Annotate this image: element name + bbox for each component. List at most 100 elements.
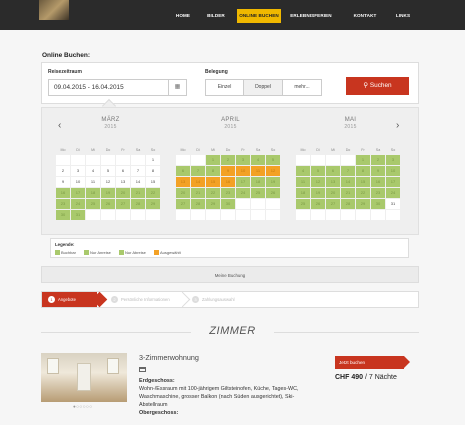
calendar-day[interactable]: 18 bbox=[251, 177, 265, 187]
calendar-day[interactable]: 4 bbox=[251, 155, 265, 165]
calendar-day[interactable]: 9 bbox=[221, 166, 235, 176]
calendar-day[interactable]: 24 bbox=[386, 188, 400, 198]
calendar-day[interactable]: 12 bbox=[101, 177, 115, 187]
my-booking-bar[interactable]: Meine Buchung bbox=[41, 266, 419, 283]
calendar-day[interactable]: 9 bbox=[371, 166, 385, 176]
date-range-input[interactable]: 09.04.2015 - 16.04.2015 bbox=[48, 79, 187, 96]
calendar-day[interactable]: 27 bbox=[326, 199, 340, 209]
occupancy-option-single[interactable]: Einzel bbox=[205, 79, 244, 96]
calendar-day[interactable]: 11 bbox=[251, 166, 265, 176]
occupancy-option-more[interactable]: mehr... bbox=[282, 79, 322, 96]
calendar-day[interactable]: 5 bbox=[311, 166, 325, 176]
calendar-day[interactable]: 19 bbox=[101, 188, 115, 198]
calendar-day[interactable]: 21 bbox=[341, 188, 355, 198]
calendar-day[interactable]: 6 bbox=[326, 166, 340, 176]
calendar-day[interactable]: 4 bbox=[86, 166, 100, 176]
calendar-day[interactable]: 14 bbox=[131, 177, 145, 187]
calendar-day[interactable]: 23 bbox=[221, 188, 235, 198]
calendar-day[interactable]: 20 bbox=[176, 188, 190, 198]
calendar-day[interactable]: 21 bbox=[131, 188, 145, 198]
calendar-day[interactable]: 15 bbox=[356, 177, 370, 187]
calendar-day[interactable]: 14 bbox=[341, 177, 355, 187]
calendar-day[interactable]: 1 bbox=[146, 155, 160, 165]
book-now-button[interactable]: Jetzt buchen bbox=[335, 356, 410, 369]
nav-item-home[interactable]: HOME bbox=[171, 9, 195, 23]
nav-item-online-buchen[interactable]: ONLINE BUCHEN bbox=[237, 9, 281, 23]
calendar-day[interactable]: 6 bbox=[116, 166, 130, 176]
calendar-day[interactable]: 31 bbox=[386, 199, 400, 209]
calendar-day[interactable]: 29 bbox=[206, 199, 220, 209]
calendar-day[interactable]: 28 bbox=[341, 199, 355, 209]
calendar-day[interactable]: 25 bbox=[86, 199, 100, 209]
calendar-day[interactable]: 20 bbox=[116, 188, 130, 198]
calendar-day[interactable]: 8 bbox=[356, 166, 370, 176]
calendar-day[interactable]: 15 bbox=[206, 177, 220, 187]
calendar-day[interactable]: 11 bbox=[86, 177, 100, 187]
calendar-day[interactable]: 3 bbox=[71, 166, 85, 176]
nav-item-links[interactable]: LINKS bbox=[392, 9, 414, 23]
calendar-day[interactable]: 10 bbox=[236, 166, 250, 176]
calendar-day[interactable]: 6 bbox=[176, 166, 190, 176]
calendar-day[interactable]: 20 bbox=[326, 188, 340, 198]
calendar-day[interactable]: 11 bbox=[296, 177, 310, 187]
calendar-day[interactable]: 13 bbox=[326, 177, 340, 187]
calendar-day[interactable]: 1 bbox=[206, 155, 220, 165]
calendar-day[interactable]: 18 bbox=[86, 188, 100, 198]
calendar-day[interactable]: 22 bbox=[206, 188, 220, 198]
calendar-day[interactable]: 10 bbox=[386, 166, 400, 176]
search-button[interactable]: ⚲ Suchen bbox=[346, 77, 409, 95]
site-logo-image[interactable] bbox=[39, 0, 69, 20]
calendar-day[interactable]: 12 bbox=[266, 166, 280, 176]
calendar-day[interactable]: 8 bbox=[206, 166, 220, 176]
calendar-day[interactable]: 22 bbox=[356, 188, 370, 198]
calendar-day[interactable]: 31 bbox=[71, 210, 85, 220]
calendar-day[interactable]: 30 bbox=[221, 199, 235, 209]
calendar-day[interactable]: 25 bbox=[251, 188, 265, 198]
calendar-day[interactable]: 10 bbox=[71, 177, 85, 187]
step-label[interactable]: Angebote bbox=[58, 295, 76, 304]
calendar-day[interactable]: 28 bbox=[131, 199, 145, 209]
calendar-day[interactable]: 18 bbox=[296, 188, 310, 198]
calendar-day[interactable]: 2 bbox=[371, 155, 385, 165]
calendar-day[interactable]: 15 bbox=[146, 177, 160, 187]
calendar-day[interactable]: 25 bbox=[296, 199, 310, 209]
calendar-day[interactable]: 23 bbox=[371, 188, 385, 198]
calendar-day[interactable]: 22 bbox=[146, 188, 160, 198]
calendar-day[interactable]: 17 bbox=[386, 177, 400, 187]
calendar-day[interactable]: 3 bbox=[236, 155, 250, 165]
calendar-day[interactable]: 27 bbox=[116, 199, 130, 209]
calendar-day[interactable]: 29 bbox=[146, 199, 160, 209]
calendar-day[interactable]: 7 bbox=[131, 166, 145, 176]
calendar-day[interactable]: 17 bbox=[71, 188, 85, 198]
calendar-day[interactable]: 17 bbox=[236, 177, 250, 187]
calendar-day[interactable]: 3 bbox=[386, 155, 400, 165]
nav-item-bilder[interactable]: BILDER bbox=[204, 9, 228, 23]
calendar-day[interactable]: 28 bbox=[191, 199, 205, 209]
calendar-day[interactable]: 2 bbox=[221, 155, 235, 165]
calendar-day[interactable]: 30 bbox=[56, 210, 70, 220]
calendar-day[interactable]: 14 bbox=[191, 177, 205, 187]
calendar-day[interactable]: 29 bbox=[356, 199, 370, 209]
calendar-day[interactable]: 26 bbox=[311, 199, 325, 209]
calendar-day[interactable]: 1 bbox=[356, 155, 370, 165]
calendar-day[interactable]: 12 bbox=[311, 177, 325, 187]
calendar-day[interactable]: 7 bbox=[341, 166, 355, 176]
calendar-day[interactable]: 2 bbox=[56, 166, 70, 176]
calendar-day[interactable]: 5 bbox=[101, 166, 115, 176]
calendar-day[interactable]: 9 bbox=[56, 177, 70, 187]
room-title[interactable]: 3-Zimmerwohnung bbox=[139, 353, 199, 362]
occupancy-option-double[interactable]: Doppel bbox=[243, 79, 283, 96]
step-label[interactable]: Persönliche Informationen bbox=[121, 295, 170, 304]
calendar-day[interactable]: 19 bbox=[311, 188, 325, 198]
room-photo[interactable] bbox=[41, 353, 127, 402]
calendar-day[interactable]: 7 bbox=[191, 166, 205, 176]
calendar-day[interactable]: 26 bbox=[266, 188, 280, 198]
nav-item-erlebnisferien[interactable]: ERLEBNISFERIEN bbox=[284, 9, 338, 23]
calendar-day[interactable]: 4 bbox=[296, 166, 310, 176]
calendar-day[interactable]: 19 bbox=[266, 177, 280, 187]
calendar-icon[interactable]: ▦ bbox=[168, 80, 186, 95]
calendar-day[interactable]: 16 bbox=[56, 188, 70, 198]
calendar-day[interactable]: 30 bbox=[371, 199, 385, 209]
calendar-day[interactable]: 16 bbox=[371, 177, 385, 187]
calendar-day[interactable]: 24 bbox=[236, 188, 250, 198]
